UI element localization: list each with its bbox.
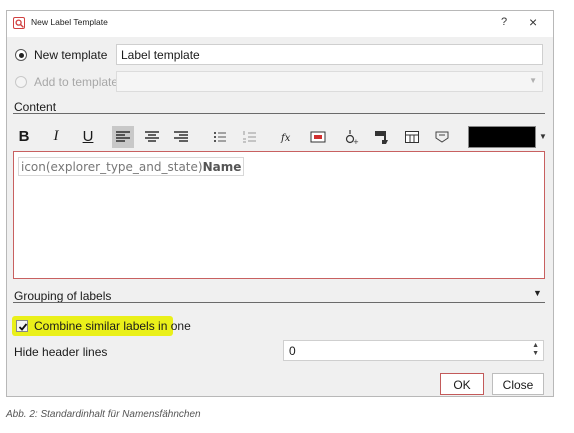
hide-header-lines-spinbox[interactable]: 0 ▲ ▼ (283, 340, 544, 361)
insert-field-icon (310, 131, 326, 143)
combine-labels-checkbox[interactable] (16, 320, 28, 332)
numbered-list-button[interactable] (239, 126, 261, 148)
bullet-list-button[interactable] (209, 126, 231, 148)
align-left-icon (116, 131, 130, 142)
text-box-button[interactable] (431, 126, 453, 148)
add-to-template-radio[interactable] (15, 76, 27, 88)
dropdown-arrow-icon: ▼ (529, 76, 537, 85)
checkmark-icon (18, 323, 28, 331)
help-button[interactable]: ? (501, 16, 507, 28)
template-select[interactable]: ▼ (116, 71, 543, 92)
new-template-radio[interactable] (15, 49, 27, 61)
app-search-icon (13, 17, 25, 29)
grouping-divider (13, 302, 545, 303)
insert-icon-button[interactable]: + (341, 126, 363, 148)
align-center-icon (145, 131, 159, 142)
window-title: New Label Template (31, 17, 108, 27)
svg-text:+: + (353, 138, 359, 145)
new-label-template-dialog: New Label Template ? × New template Labe… (6, 10, 554, 397)
add-to-template-label: Add to template (34, 75, 119, 89)
align-center-button[interactable] (141, 126, 163, 148)
format-painter-icon (375, 131, 388, 144)
title-bar: New Label Template ? × (7, 11, 553, 37)
format-painter-button[interactable] (371, 126, 393, 148)
combine-labels-label: Combine similar labels in one (34, 319, 191, 333)
hide-header-lines-value: 0 (289, 344, 296, 358)
italic-button[interactable]: I (45, 126, 67, 148)
align-right-icon (174, 131, 188, 142)
label-content-editor[interactable]: icon(explorer_type_and_state)Name (13, 151, 545, 279)
table-icon (405, 131, 419, 143)
template-name-input[interactable]: Label template (116, 44, 543, 65)
icon-function-token: icon(explorer_type_and_state) (21, 160, 203, 174)
function-icon: fx (280, 133, 291, 144)
editor-content: icon(explorer_type_and_state)Name (18, 157, 245, 176)
spin-arrows-icon[interactable]: ▲ ▼ (532, 342, 539, 358)
bold-button[interactable]: B (13, 126, 35, 148)
new-template-label: New template (34, 48, 108, 62)
svg-text:fx: fx (280, 133, 291, 144)
align-right-button[interactable] (170, 126, 192, 148)
figure-caption: Abb. 2: Standardinhalt für Namensfähnche… (6, 409, 201, 420)
function-button[interactable]: fx (277, 126, 299, 148)
content-divider (13, 113, 545, 114)
underline-button[interactable]: U (77, 126, 99, 148)
close-button[interactable]: Close (492, 373, 544, 395)
close-window-button[interactable]: × (529, 14, 537, 30)
text-box-icon (435, 131, 449, 143)
insert-field-button[interactable] (307, 126, 329, 148)
grouping-section-label: Grouping of labels (14, 289, 112, 303)
color-dropdown-icon[interactable]: ▼ (539, 132, 547, 141)
table-button[interactable] (401, 126, 423, 148)
insert-icon-icon: + (345, 130, 359, 145)
hide-header-lines-label: Hide header lines (14, 345, 108, 359)
numbered-list-icon (243, 131, 256, 143)
grouping-expand-icon[interactable]: ▼ (533, 288, 542, 298)
ok-button[interactable]: OK (440, 373, 484, 395)
name-field-token: Name (202, 160, 242, 174)
bullet-list-icon (214, 132, 226, 142)
text-color-swatch[interactable] (468, 126, 536, 148)
formatting-toolbar: B I U fx + ▼ (13, 126, 549, 150)
content-section-label: Content (14, 100, 57, 114)
align-left-button[interactable] (112, 126, 134, 148)
